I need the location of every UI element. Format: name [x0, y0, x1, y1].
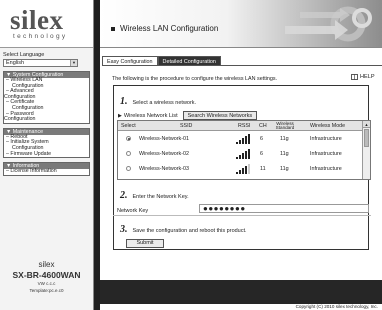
logo-sub-text: technology	[13, 33, 68, 40]
row-2-standard: 11g	[280, 151, 289, 157]
step-2-number: 2.	[120, 190, 128, 201]
header-rssi: RSSI	[238, 123, 251, 129]
signal-strength-icon	[236, 164, 250, 174]
step-3-number: 3.	[120, 224, 128, 235]
header-banner: Wireless LAN Configuration	[100, 0, 382, 48]
row-1-mode: Infrastructure	[310, 136, 342, 142]
device-brand: silex	[38, 260, 55, 269]
step-2: 2. Enter the Network Key.	[120, 190, 189, 201]
row-1-ch: 6	[260, 136, 263, 142]
page-title: Wireless LAN Configuration	[111, 24, 218, 33]
signal-bar	[247, 149, 250, 159]
sidebar: silex technology Select Language English…	[0, 0, 94, 310]
step-1: 1. Select a wireless network.	[120, 96, 196, 107]
silex-logo: silex technology	[0, 0, 93, 48]
network-list-tabs: ▶ Wireless Network List Search Wireless …	[118, 111, 258, 120]
help-link[interactable]: HELP	[351, 74, 375, 80]
signal-bar	[247, 134, 250, 144]
header-standard: Wireless Standard	[275, 120, 295, 131]
page: silex technology Select Language English…	[0, 0, 382, 310]
scroll-thumb[interactable]	[364, 129, 369, 147]
row-2-radio[interactable]	[126, 151, 131, 156]
network-key-label: Network Key	[117, 208, 149, 214]
chevron-down-icon: ▼	[70, 60, 77, 66]
header-mode: Wireless Mode	[310, 123, 346, 129]
row-2-ssid: Wireless-Network-02	[139, 151, 190, 157]
menu-maintenance: ▼ Maintenance – Reboot – Initialize Syst…	[3, 127, 90, 159]
scroll-up-icon[interactable]: ▲	[363, 121, 370, 128]
row-3-ssid: Wireless-Network-03	[139, 166, 190, 172]
step-2-text: Enter the Network Key.	[132, 194, 189, 200]
step-1-number: 1.	[120, 96, 128, 107]
logo-main-text: silex	[10, 5, 64, 35]
table-row[interactable]: Wireless-Network-02 6 11g Infrastructure	[118, 147, 362, 161]
language-value: English	[6, 60, 25, 66]
table-row[interactable]: Wireless-Network-01 6 11g Infrastructure	[118, 132, 362, 146]
row-3-radio[interactable]	[126, 166, 131, 171]
menu-item-firmware[interactable]: – Firmware Update	[4, 151, 89, 158]
row-1-radio[interactable]	[126, 136, 131, 141]
language-label: Select Language	[3, 52, 45, 58]
signal-bar	[247, 164, 250, 174]
search-networks-button[interactable]: Search Wireless Networks	[182, 111, 258, 120]
device-model: SX-BR-4600WAN	[12, 270, 81, 280]
signal-strength-icon	[236, 149, 250, 159]
row-3-standard: 11g	[280, 166, 289, 172]
menu-item-password-cont[interactable]: Configuration	[4, 117, 89, 123]
menu-system-configuration: ▼ System Configuration – Wireless LAN Co…	[3, 71, 90, 124]
device-version-1: VW c.c.c	[37, 281, 56, 286]
submit-button[interactable]: Submit	[126, 239, 164, 248]
menu-item-license[interactable]: – License Information	[4, 169, 89, 175]
help-label: HELP	[360, 74, 375, 80]
device-info: silex SX-BR-4600WAN VW c.c.c Template:pc…	[0, 254, 93, 310]
language-select[interactable]: English ▼	[3, 59, 78, 67]
row-2-ch: 6	[260, 151, 263, 157]
header-ch: CH	[259, 123, 267, 129]
row-2-mode: Infrastructure	[310, 151, 342, 157]
step-1-text: Select a wireless network.	[132, 100, 197, 106]
intro-text: The following is the procedure to config…	[112, 76, 278, 82]
device-version-2: Template:pc.e.c0	[29, 287, 64, 293]
table-scrollbar[interactable]: ▲	[362, 121, 370, 179]
header-select: Select	[121, 123, 136, 129]
step-3-text: Save the configuration and reboot this p…	[132, 228, 247, 234]
menu-information: ▼ Information – License Information	[3, 162, 90, 176]
divider	[113, 215, 371, 216]
network-table: Select SSID RSSI CH Wireless Standard Wi…	[117, 120, 371, 180]
triangle-right-icon: ▶	[118, 112, 122, 119]
signal-strength-icon	[236, 134, 250, 144]
network-key-input[interactable]: ●●●●●●●●	[199, 204, 369, 213]
title-square-icon	[111, 26, 115, 31]
tab-divider	[102, 65, 382, 66]
row-1-ssid: Wireless-Network-01	[139, 136, 190, 142]
network-list-label[interactable]: Wireless Network List	[124, 113, 178, 119]
help-book-icon	[351, 74, 358, 80]
copyright-text: Copyright (C) 2010 silex technology, Inc…	[100, 304, 382, 310]
table-header: Select SSID RSSI CH Wireless Standard Wi…	[118, 121, 370, 131]
header-ssid: SSID	[180, 123, 193, 129]
row-3-ch: 11	[260, 166, 266, 172]
page-title-text: Wireless LAN Configuration	[120, 24, 219, 33]
row-1-standard: 11g	[280, 136, 289, 142]
step-3: 3. Save the configuration and reboot thi…	[120, 224, 247, 235]
row-3-mode: Infrastructure	[310, 166, 342, 172]
table-row[interactable]: Wireless-Network-03 11 11g Infrastructur…	[118, 162, 362, 176]
